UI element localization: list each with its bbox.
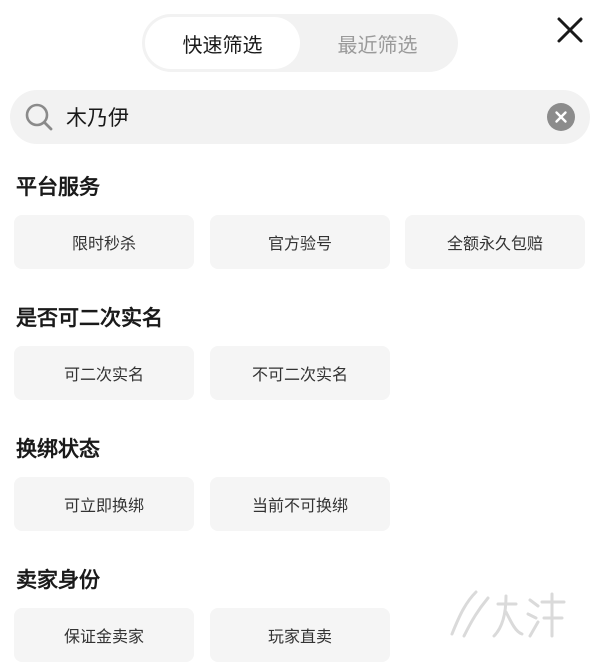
section-title-rebind-status: 换绑状态 xyxy=(16,437,100,461)
option-rebind-now[interactable]: 可立即换绑 xyxy=(14,477,194,531)
option-full-compensation[interactable]: 全额永久包赔 xyxy=(405,215,585,269)
watermark-logo xyxy=(450,590,566,638)
close-icon xyxy=(557,17,583,43)
section-title-platform-service: 平台服务 xyxy=(16,175,100,199)
close-button[interactable] xyxy=(552,12,588,48)
option-flash-sale[interactable]: 限时秒杀 xyxy=(14,215,194,269)
option-re-realname-allowed[interactable]: 可二次实名 xyxy=(14,346,194,400)
section-title-real-name: 是否可二次实名 xyxy=(16,306,163,330)
search-input[interactable] xyxy=(66,90,536,144)
option-deposit-seller[interactable]: 保证金卖家 xyxy=(14,608,194,662)
option-player-direct-sale[interactable]: 玩家直卖 xyxy=(210,608,390,662)
section-title-seller-identity: 卖家身份 xyxy=(16,568,100,592)
option-official-verified[interactable]: 官方验号 xyxy=(210,215,390,269)
search-icon xyxy=(25,103,53,131)
option-re-realname-not-allowed[interactable]: 不可二次实名 xyxy=(210,346,390,400)
tab-recent-filter[interactable]: 最近筛选 xyxy=(300,17,455,69)
option-rebind-unavailable[interactable]: 当前不可换绑 xyxy=(210,477,390,531)
search-bar xyxy=(10,90,590,144)
clear-search-button[interactable] xyxy=(546,102,576,132)
tab-quick-filter[interactable]: 快速筛选 xyxy=(145,17,300,69)
filter-mode-tabs: 快速筛选 最近筛选 xyxy=(142,14,458,72)
clear-icon xyxy=(547,103,575,131)
